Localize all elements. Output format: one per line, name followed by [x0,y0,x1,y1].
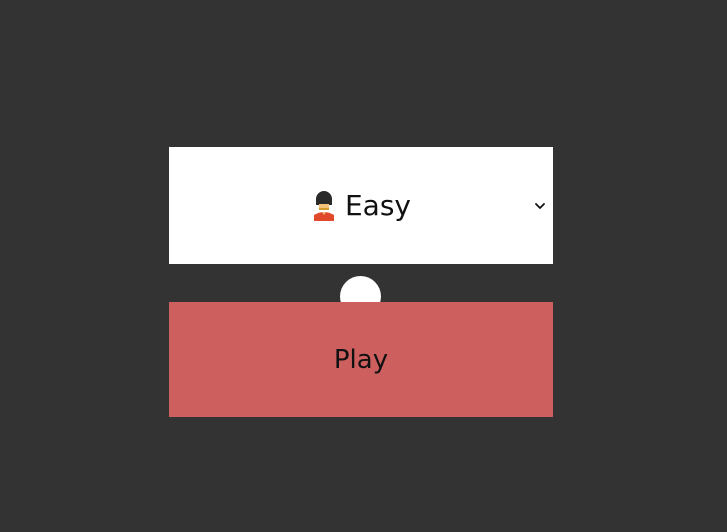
chevron-down-icon [533,199,547,213]
difficulty-label: Easy [344,189,411,222]
royal-guard-icon [311,190,337,221]
difficulty-select[interactable]: Easy [169,147,553,264]
difficulty-selected-value: Easy [311,189,411,222]
play-button[interactable]: Play [169,302,553,417]
